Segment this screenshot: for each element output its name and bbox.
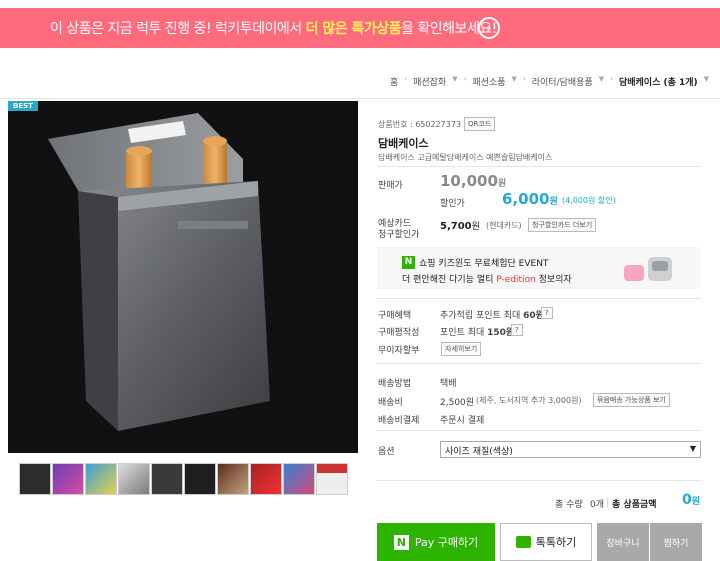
naver-n-icon: N <box>393 534 409 550</box>
banner-text: 이 상품은 지금 럭투 진행 중! 럭키투데이에서 더 많은 특가상품을 확인해… <box>50 21 497 37</box>
product-description: 담배케이스 고급메탈담배케이스 예쁜슬림담배케이스 <box>378 153 553 162</box>
thumbnail[interactable] <box>250 463 282 495</box>
cart-button[interactable]: 장바구니 <box>597 523 649 561</box>
chevron-right-icon: › <box>463 75 467 83</box>
thumbnail[interactable] <box>118 463 150 495</box>
ad-line1: 쇼핑 키즈윈도 무료체험단 EVENT <box>419 259 549 269</box>
total-amount-label: 총 상품금액 <box>612 500 657 510</box>
caret-down-icon[interactable]: ▼ <box>512 75 517 88</box>
thumbnail[interactable] <box>184 463 216 495</box>
total-qty-label: 총 수량 <box>555 500 583 510</box>
naver-pay-buy-button[interactable]: N Pay 구매하기 <box>377 523 495 561</box>
option-selected: 사이즈 재질(색상) <box>445 447 513 457</box>
product-main-image: BEST <box>8 101 358 453</box>
thumbnail[interactable] <box>217 463 249 495</box>
chevron-right-icon: › <box>610 75 613 83</box>
breadcrumb: 홈 › 패션잡화 ▼ › 패션소품 ▼ › 라이터/담배용품 ▼ › 담배케이스… <box>390 75 709 88</box>
price-label: 판매가 <box>378 181 403 191</box>
option-label: 옵션 <box>378 447 395 457</box>
thumbnail[interactable] <box>283 463 315 495</box>
option-select[interactable]: 사이즈 재질(색상) ▼ <box>440 441 701 458</box>
talk-button-label: 톡톡하기 <box>535 536 577 549</box>
help-icon[interactable]: ? <box>511 324 523 336</box>
review-value: 포인트 최대 150원 <box>440 328 515 338</box>
divider <box>377 298 701 299</box>
card-discount-more-button[interactable]: 청구할인카드 더보기 <box>528 218 597 232</box>
chat-bubble-icon <box>515 536 531 548</box>
help-icon[interactable]: ? <box>541 307 553 319</box>
benefit-label: 구매혜택 <box>378 311 412 321</box>
shipping-method-label: 배송방법 <box>378 379 412 389</box>
cigarette-case-illustration <box>8 101 358 453</box>
ad-banner[interactable]: N 쇼핑 키즈윈도 무료체험단 EVENT 더 편안해진 다기능 멀티 P-ed… <box>377 247 701 289</box>
separator: | <box>606 497 610 508</box>
qr-code-button[interactable]: QR코드 <box>464 117 496 131</box>
shipping-fee-value: 2,500원 <box>440 398 475 408</box>
ad-line2: 더 편안해진 다기능 멀티 P-edition 정보의자 <box>402 275 572 285</box>
installment-details-button[interactable]: 자세히보기 <box>441 342 482 356</box>
chevron-right-icon: › <box>522 75 526 83</box>
discount-label: 할인가 <box>440 199 465 209</box>
divider <box>0 98 720 99</box>
breadcrumb-home[interactable]: 홈 <box>390 75 398 88</box>
product-title: 담배케이스 <box>378 137 429 150</box>
shipping-payment-value: 주문시 결제 <box>440 416 485 426</box>
installment-label: 무이자할부 <box>378 346 420 356</box>
thumbnail-strip <box>19 463 348 495</box>
review-label: 구매평작성 <box>378 328 420 338</box>
breadcrumb-current[interactable]: 담배케이스 (총 1개) <box>619 75 698 88</box>
thumbnail[interactable] <box>19 463 51 495</box>
thumbnail[interactable] <box>151 463 183 495</box>
benefit-value: 추가적립 포인트 최대 60원 <box>440 311 544 321</box>
discount-price: 6,000원 <box>502 190 558 208</box>
card-price: 5,700원 <box>440 221 480 232</box>
card-label-2: 청구할인가 <box>378 230 420 240</box>
best-badge: BEST <box>8 101 38 111</box>
breadcrumb-item[interactable]: 라이터/담배용품 <box>532 75 593 88</box>
thumbnail[interactable] <box>52 463 84 495</box>
naver-n-icon: N <box>402 256 415 269</box>
shipping-method-value: 택배 <box>440 379 457 389</box>
talktalk-button[interactable]: 톡톡하기 <box>500 523 592 561</box>
arrow-right-icon[interactable]: › <box>478 17 500 39</box>
product-code: 상품번호 : 650227373 <box>378 120 462 129</box>
breadcrumb-item[interactable]: 패션잡화 <box>413 75 446 88</box>
caret-down-icon: ▼ <box>689 444 696 453</box>
shipping-fee-label: 배송비 <box>378 398 403 408</box>
shipping-fee-note: (제주, 도서지역 추가 3,000원) <box>476 396 582 405</box>
total-amount: 0원 <box>682 492 701 508</box>
chevron-right-icon: › <box>404 75 408 83</box>
divider <box>377 166 701 167</box>
bundle-shipping-button[interactable]: 묶음배송 가능상품 보기 <box>593 393 670 407</box>
discount-note: (4,000원 할인) <box>562 196 616 205</box>
divider <box>377 363 701 364</box>
caret-down-icon[interactable]: ▼ <box>452 75 457 88</box>
total-qty-value: 0개 <box>590 500 605 510</box>
breadcrumb-item[interactable]: 패션소품 <box>472 75 505 88</box>
divider <box>377 480 701 481</box>
card-name: (현대카드) <box>486 221 522 230</box>
wish-button-label: 찜하기 <box>663 538 689 549</box>
wishlist-button[interactable]: 찜하기 <box>650 523 702 561</box>
divider <box>377 430 701 431</box>
original-price: 10,000원 <box>440 172 507 190</box>
cart-button-label: 장바구니 <box>606 538 640 549</box>
baby-chair-icon <box>624 257 672 281</box>
promo-banner[interactable]: 이 상품은 지금 럭투 진행 중! 럭키투데이에서 더 많은 특가상품을 확인해… <box>0 8 720 48</box>
caret-down-icon[interactable]: ▼ <box>704 75 709 88</box>
caret-down-icon[interactable]: ▼ <box>599 75 604 88</box>
thumbnail[interactable] <box>85 463 117 495</box>
shipping-payment-label: 배송비결제 <box>378 416 420 426</box>
pay-button-label: Pay 구매하기 <box>414 536 479 549</box>
thumbnail[interactable] <box>316 463 348 495</box>
